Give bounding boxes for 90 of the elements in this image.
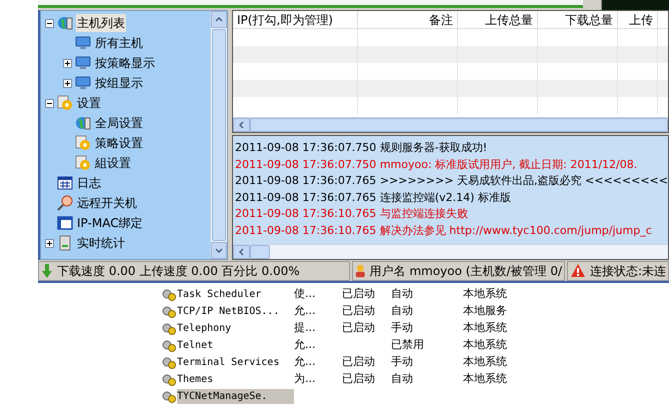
gears-icon xyxy=(161,356,177,370)
service-logon: 本地系统 xyxy=(463,371,507,388)
tree-item[interactable]: 日志 xyxy=(76,174,102,192)
gears-icon xyxy=(161,372,177,386)
monitor-icon xyxy=(75,35,91,51)
gears-icon xyxy=(161,390,177,404)
service-status: 已启动 xyxy=(342,303,376,320)
service-description: 使... xyxy=(294,286,316,302)
service-name[interactable]: Task Scheduler xyxy=(177,287,294,302)
service-name[interactable]: Themes xyxy=(177,372,294,387)
service-startup-type: 自动 xyxy=(391,286,414,302)
service-status: 已启动 xyxy=(342,286,376,302)
warning-icon xyxy=(570,263,586,278)
expander-box[interactable] xyxy=(63,58,72,68)
horizontal-scrollbar[interactable] xyxy=(232,244,668,259)
monitor-icon xyxy=(75,55,91,71)
tree-item[interactable]: 远程开关机 xyxy=(76,194,138,212)
gears-icon xyxy=(161,288,177,302)
tree-item[interactable]: 策略设置 xyxy=(94,134,144,152)
tree-item[interactable]: 所有主机 xyxy=(94,34,144,52)
service-description: 允... xyxy=(294,303,316,320)
scroll-thumb[interactable] xyxy=(250,245,270,259)
gear-icon xyxy=(75,155,91,171)
service-name[interactable]: TCP/IP NetBIOS... xyxy=(177,304,294,319)
service-name[interactable]: Terminal Services xyxy=(177,355,294,370)
table-row[interactable] xyxy=(232,80,668,97)
service-description: 允... xyxy=(294,354,316,370)
expander-box[interactable] xyxy=(63,78,72,88)
service-name[interactable]: TYCNetManageSe. xyxy=(177,389,294,404)
magnifier-icon xyxy=(57,195,73,211)
user-icon xyxy=(355,262,366,278)
tree-item[interactable]: 主机列表 xyxy=(76,14,126,32)
globe-icon xyxy=(57,15,73,31)
scroll-thumb[interactable] xyxy=(212,29,226,241)
globe-icon xyxy=(75,115,91,131)
tree-item[interactable]: 全局设置 xyxy=(94,114,144,132)
service-logon: 本地系统 xyxy=(463,337,507,354)
column-header[interactable]: 备注 xyxy=(358,11,458,28)
log-line: 2011-09-08 17:36:07.765 连接监控端(v2.14) 标准版 xyxy=(234,190,512,206)
log-line: 2011-09-08 17:36:07.750 规则服务器-获取成功! xyxy=(234,140,488,156)
gears-icon xyxy=(161,322,177,336)
service-status: 已启动 xyxy=(342,354,376,370)
user-info: 用户名 mmoyoo (主机数/被管理 0/ xyxy=(370,262,562,280)
service-startup-type: 自动 xyxy=(391,303,414,320)
service-status: 已启动 xyxy=(342,371,376,388)
traffic-graph xyxy=(601,0,669,10)
calendar-icon xyxy=(57,175,73,191)
monitor-icon xyxy=(75,75,91,91)
expander-box[interactable] xyxy=(45,18,54,28)
service-logon: 本地系统 xyxy=(463,286,507,302)
tree-item[interactable]: 按策略显示 xyxy=(94,54,156,72)
down-arrow-icon xyxy=(41,262,53,278)
log-line: 2011-09-08 17:36:10.765 与监控端连接失败 xyxy=(234,206,469,222)
column-header[interactable]: 上传总量 xyxy=(458,11,538,28)
transfer-speed: 下载速度 0.00 上传速度 0.00 百分比 0.00% xyxy=(57,262,300,280)
service-name[interactable]: Telephony xyxy=(177,321,294,336)
log-line: 2011-09-08 17:36:07.765 >>>>>>>> 天易成软件出品,盗版必究 <<<<<<<<< xyxy=(234,173,668,189)
service-startup-type: 手动 xyxy=(391,354,414,370)
service-startup-type: 自动 xyxy=(391,371,414,388)
column-header[interactable]: IP(打勾,即为管理) xyxy=(232,11,358,28)
gears-icon xyxy=(161,304,177,318)
tree-item[interactable]: 組设置 xyxy=(94,154,132,172)
connection-status: 连接状态:未连 xyxy=(590,262,666,280)
column-header[interactable]: 上传 xyxy=(618,11,658,28)
log-line: 2011-09-08 17:36:07.750 mmoyoo: 标准版试用用户, 截止日期: 2011/12/08. xyxy=(234,156,638,172)
window-icon xyxy=(57,215,73,231)
service-logon: 本地服务 xyxy=(463,303,507,320)
tree-item[interactable]: IP-MAC绑定 xyxy=(76,214,144,232)
column-header[interactable]: 下载总量 xyxy=(538,11,618,28)
tree-item[interactable]: 实时统计 xyxy=(76,234,126,252)
log-line: 2011-09-08 17:36:10.765 解决办法参见 http://www.tyc100.com/jump/jump_c xyxy=(234,222,653,239)
service-startup-type: 已禁用 xyxy=(391,337,425,354)
service-description: 允... xyxy=(294,337,316,354)
service-logon: 本地系统 xyxy=(463,320,507,336)
service-status: 已启动 xyxy=(342,320,376,336)
tree-item[interactable]: 按组显示 xyxy=(94,74,144,92)
service-description: 提... xyxy=(294,320,316,336)
expander-box[interactable] xyxy=(45,238,54,248)
service-description: 为... xyxy=(294,371,316,388)
service-logon: 本地系统 xyxy=(463,354,507,370)
vertical-scrollbar[interactable] xyxy=(210,11,227,259)
gears-icon xyxy=(161,338,177,352)
server-icon xyxy=(57,235,73,251)
tree-item[interactable]: 设置 xyxy=(76,94,102,112)
table-row[interactable] xyxy=(232,46,668,63)
service-name[interactable]: Telnet xyxy=(177,338,294,353)
expander-box[interactable] xyxy=(45,98,54,108)
service-startup-type: 手动 xyxy=(391,320,414,336)
gear-icon xyxy=(57,95,73,111)
gear-icon xyxy=(75,135,91,151)
